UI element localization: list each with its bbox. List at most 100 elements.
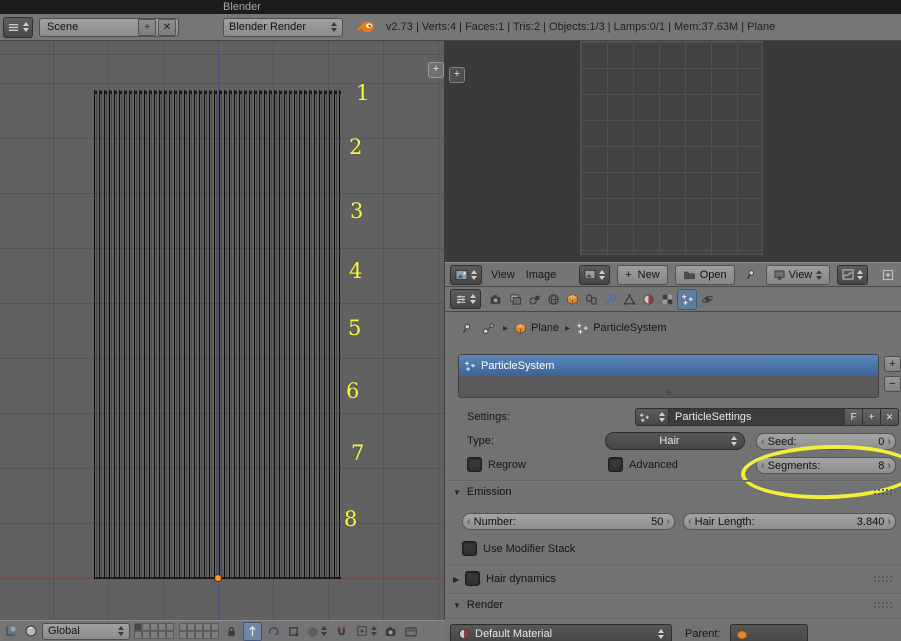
image-editor-type-button[interactable] — [450, 265, 482, 285]
pivot-point-dropdown[interactable]: ◎ — [305, 623, 330, 640]
region-expand-icon[interactable]: + — [449, 67, 465, 83]
tab-constraints[interactable] — [582, 290, 600, 309]
manipulator-scale-icon[interactable] — [285, 623, 302, 640]
remove-particle-system-button[interactable] — [884, 376, 901, 392]
parent-field[interactable] — [730, 624, 808, 641]
tab-render-layers[interactable] — [506, 290, 524, 309]
breadcrumb-particle-system[interactable]: ParticleSystem — [576, 322, 666, 335]
seed-field[interactable]: Seed: 0 — [756, 433, 896, 450]
seed-value: 0 — [878, 436, 884, 448]
region-toggle-icon[interactable] — [879, 266, 896, 283]
properties-header — [445, 287, 901, 312]
add-particle-system-button[interactable] — [884, 356, 901, 372]
image-editor-view[interactable]: + — [445, 41, 901, 262]
list-item-particle-system[interactable]: ParticleSystem — [459, 355, 878, 376]
layer-grid-1[interactable] — [134, 623, 174, 639]
checkbox-icon — [467, 457, 482, 472]
tab-modifiers[interactable] — [601, 290, 619, 309]
settings-name-field[interactable]: ParticleSettings — [669, 408, 845, 426]
render-engine-dropdown[interactable]: Blender Render — [223, 18, 343, 37]
use-modifier-stack-label: Use Modifier Stack — [483, 543, 575, 555]
panel-grip-icon[interactable] — [873, 601, 893, 609]
properties-editor-type-button[interactable] — [450, 289, 481, 309]
delete-scene-button[interactable]: ✕ — [158, 19, 176, 36]
use-modifier-stack-checkbox[interactable]: Use Modifier Stack — [462, 541, 575, 556]
pin-icon[interactable] — [457, 320, 474, 337]
tab-particles[interactable] — [677, 289, 697, 310]
hair-dynamics-checkbox[interactable] — [465, 571, 480, 586]
new-image-button[interactable]: New — [617, 265, 667, 285]
tab-scene[interactable] — [525, 290, 543, 309]
emission-panel-header[interactable]: Emission — [453, 486, 893, 498]
material-dropdown[interactable]: Default Material — [450, 624, 672, 641]
regrow-label: Regrow — [488, 459, 526, 471]
region-expand-icon[interactable]: + — [428, 62, 444, 78]
hair-dynamics-panel-header[interactable]: Hair dynamics — [453, 571, 893, 586]
fake-user-button[interactable]: F — [845, 408, 863, 426]
editor-type-button[interactable] — [3, 17, 33, 38]
layer-grid-2[interactable] — [179, 623, 219, 639]
context-browse-icon[interactable] — [480, 320, 497, 337]
panel-grip-icon[interactable] — [873, 488, 893, 496]
number-label: Number: — [474, 516, 516, 528]
regrow-checkbox[interactable]: Regrow — [467, 457, 526, 472]
type-dropdown[interactable]: Hair — [605, 432, 745, 450]
render-panel-header[interactable]: Render — [453, 599, 893, 611]
pin-icon[interactable] — [742, 266, 759, 283]
browse-settings-dropdown[interactable] — [635, 408, 669, 426]
manipulator-translate-icon[interactable] — [243, 622, 262, 641]
updown-arrows-icon — [331, 21, 337, 33]
viewport-3d[interactable]: 1 2 3 4 5 6 7 8 + — [0, 41, 445, 620]
tab-material[interactable] — [639, 290, 657, 309]
new-settings-button[interactable] — [863, 408, 881, 426]
updown-arrows-icon — [23, 21, 29, 33]
opengl-render-still-icon[interactable] — [383, 623, 400, 640]
tab-world[interactable] — [544, 290, 562, 309]
scene-statistics: v2.73 | Verts:4 | Faces:1 | Tris:2 | Obj… — [386, 21, 775, 33]
advanced-checkbox[interactable]: Advanced — [608, 457, 678, 472]
window-titlebar: Blender — [0, 0, 901, 14]
tab-render[interactable] — [487, 290, 505, 309]
viewport-editor-type-icon[interactable] — [2, 623, 19, 640]
hair-length-field[interactable]: Hair Length: 3.840 — [683, 513, 896, 530]
display-channels-dropdown[interactable]: View — [766, 265, 831, 285]
number-field[interactable]: Number: 50 — [462, 513, 675, 530]
breadcrumb-arrow-icon: ▸ — [565, 323, 570, 334]
scene-name: Scene — [47, 21, 136, 33]
add-scene-button[interactable]: + — [138, 19, 156, 36]
particle-system-list[interactable]: ParticleSystem — [458, 354, 879, 398]
open-image-button[interactable]: Open — [675, 265, 735, 285]
right-column: + View Image New — [445, 41, 901, 641]
tab-object-data[interactable] — [620, 290, 638, 309]
particles-icon — [576, 322, 589, 335]
snap-element-dropdown[interactable] — [353, 623, 380, 640]
blender-logo-icon — [357, 20, 375, 34]
tab-object[interactable] — [563, 290, 581, 309]
opengl-render-anim-icon[interactable] — [403, 623, 420, 640]
updown-arrows-icon — [659, 411, 665, 423]
breadcrumb-object-label: Plane — [531, 322, 559, 334]
menu-image[interactable]: Image — [524, 269, 559, 281]
seed-label: Seed: — [768, 436, 797, 448]
unlink-settings-button[interactable] — [881, 408, 899, 426]
manipulator-rotate-icon[interactable] — [265, 623, 282, 640]
list-resize-handle[interactable] — [666, 390, 672, 398]
snap-magnet-icon[interactable] — [333, 623, 350, 640]
transform-orientation-dropdown[interactable]: Global — [42, 623, 130, 640]
viewport-shading-icon[interactable] — [22, 623, 39, 640]
panel-grip-icon[interactable] — [873, 575, 893, 583]
snap-increment-icon — [356, 625, 368, 637]
scopes-dropdown[interactable] — [837, 265, 868, 285]
image-datablock-dropdown[interactable] — [579, 265, 610, 285]
tab-physics[interactable] — [698, 290, 716, 309]
folder-icon — [683, 269, 696, 280]
particle-settings-id-block: ParticleSettings F — [635, 408, 899, 426]
menu-view[interactable]: View — [489, 269, 517, 281]
breadcrumb-object[interactable]: Plane — [514, 322, 559, 335]
scene-selector[interactable]: Scene + ✕ — [39, 18, 179, 37]
segment-annotation-3: 3 — [350, 199, 363, 223]
lock-to-scene-icon[interactable] — [223, 623, 240, 640]
viewport-header-bar: Global ◎ — [0, 620, 445, 641]
segments-field[interactable]: Segments: 8 — [756, 457, 896, 474]
tab-texture[interactable] — [658, 290, 676, 309]
